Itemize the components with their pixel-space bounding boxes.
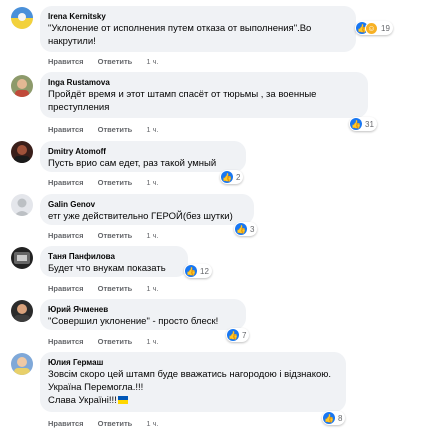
comment-author[interactable]: Inga Rustamova (48, 77, 360, 88)
reaction-summary[interactable]: 👍 12 (184, 264, 212, 278)
like-button[interactable]: Нравится (48, 231, 84, 240)
ukraine-flag-avatar[interactable] (11, 7, 33, 29)
like-icon: 👍 (350, 118, 362, 130)
like-icon: 👍 (235, 223, 247, 235)
haha-icon: ☺ (365, 21, 378, 35)
comment-actions: Нравится Ответить 1 ч. (48, 125, 171, 135)
user-photo-avatar[interactable] (11, 75, 33, 97)
user-photo-avatar[interactable] (11, 141, 33, 163)
like-icon: 👍 (185, 265, 197, 277)
like-button[interactable]: Нравится (48, 337, 84, 346)
comment-text: Зовсім скоро цей штамп буде вважатись на… (48, 369, 332, 406)
comment-time[interactable]: 1 ч. (146, 231, 158, 240)
comment-bubble: Galin Genov етг уже действительно ГЕРОЙ(… (40, 194, 254, 225)
comment-bubble: Таня Панфилова Будет что внукам показать (40, 246, 188, 277)
like-button[interactable]: Нравится (48, 419, 84, 428)
comment-time[interactable]: 1 ч. (146, 178, 158, 187)
comment-time[interactable]: 1 ч. (146, 419, 158, 428)
comment-text: "Совершил уклонение" - просто блеск! (48, 316, 219, 327)
comment-thread: Irena Kernitsky "Уклонение от исполнения… (0, 0, 428, 435)
reply-button[interactable]: Ответить (98, 419, 133, 428)
comment-author[interactable]: Galin Genov (48, 199, 246, 210)
reaction-summary[interactable]: 👍 ☺ 19 (355, 21, 393, 35)
comment-time[interactable]: 1 ч. (146, 57, 158, 66)
like-button[interactable]: Нравится (48, 125, 84, 134)
comment-actions: Нравится Ответить 1 ч. (48, 178, 171, 188)
comment-actions: Нравится Ответить 1 ч. (48, 337, 171, 347)
reaction-count: 8 (338, 413, 343, 423)
reaction-count: 31 (365, 119, 374, 129)
ukraine-flag-emoji (117, 396, 128, 404)
user-photo-avatar[interactable] (11, 353, 33, 375)
comment-bubble: Юрий Ячменев "Совершил уклонение" - прос… (40, 299, 246, 330)
reaction-summary[interactable]: 👍 3 (234, 222, 258, 236)
comment-actions: Нравится Ответить 1 ч. (48, 419, 171, 429)
user-photo-avatar[interactable] (11, 247, 33, 269)
reply-button[interactable]: Ответить (98, 284, 133, 293)
comment-bubble: Dmitry Atomoff Пусть врио сам едет, раз … (40, 141, 246, 172)
reaction-summary[interactable]: 👍 2 (220, 170, 244, 184)
reaction-count: 2 (236, 172, 241, 182)
like-icon: 👍 (323, 412, 335, 424)
comment-actions: Нравится Ответить 1 ч. (48, 57, 171, 67)
reaction-count: 12 (200, 266, 209, 276)
reply-button[interactable]: Ответить (98, 178, 133, 187)
comment-actions: Нравится Ответить 1 ч. (48, 231, 171, 241)
like-button[interactable]: Нравится (48, 57, 84, 66)
reply-button[interactable]: Ответить (98, 125, 133, 134)
like-icon: 👍 (227, 329, 239, 341)
comment-author[interactable]: Irena Kernitsky (48, 11, 348, 22)
reaction-count: 19 (381, 23, 390, 33)
default-person-avatar[interactable] (11, 194, 33, 216)
comment-author[interactable]: Dmitry Atomoff (48, 146, 238, 157)
reply-button[interactable]: Ответить (98, 231, 133, 240)
comment-author[interactable]: Юрий Ячменев (48, 304, 238, 315)
comment-author[interactable]: Таня Панфилова (48, 251, 180, 262)
reply-button[interactable]: Ответить (98, 57, 133, 66)
comment-bubble: Irena Kernitsky "Уклонение от исполнения… (40, 6, 356, 52)
comment-time[interactable]: 1 ч. (146, 284, 158, 293)
reaction-count: 7 (242, 330, 247, 340)
comment-text: етг уже действительно ГЕРОЙ(без шутки) (48, 211, 233, 222)
reaction-summary[interactable]: 👍 7 (226, 328, 250, 342)
comment-time[interactable]: 1 ч. (146, 125, 158, 134)
reaction-count: 3 (250, 224, 255, 234)
comment-time[interactable]: 1 ч. (146, 337, 158, 346)
comment-text: Пусть врио сам едет, раз такой умный (48, 158, 217, 169)
comment-author[interactable]: Юлия Гермаш (48, 357, 338, 368)
like-button[interactable]: Нравится (48, 284, 84, 293)
reaction-summary[interactable]: 👍 31 (349, 117, 377, 131)
comment-text: Будет что внукам показать (48, 263, 166, 274)
reaction-summary[interactable]: 👍 8 (322, 411, 346, 425)
comment-text: "Уклонение от исполнения путем отказа от… (48, 23, 312, 47)
user-photo-avatar[interactable] (11, 300, 33, 322)
comment-bubble: Юлия Гермаш Зовсім скоро цей штамп буде … (40, 352, 346, 412)
like-button[interactable]: Нравится (48, 178, 84, 187)
comment-bubble: Inga Rustamova Пройдёт время и этот штам… (40, 72, 368, 118)
comment-text: Пройдёт время и этот штамп спасёт от тюр… (48, 89, 317, 113)
reply-button[interactable]: Ответить (98, 337, 133, 346)
comment-actions: Нравится Ответить 1 ч. (48, 284, 171, 294)
like-icon: 👍 (221, 171, 233, 183)
